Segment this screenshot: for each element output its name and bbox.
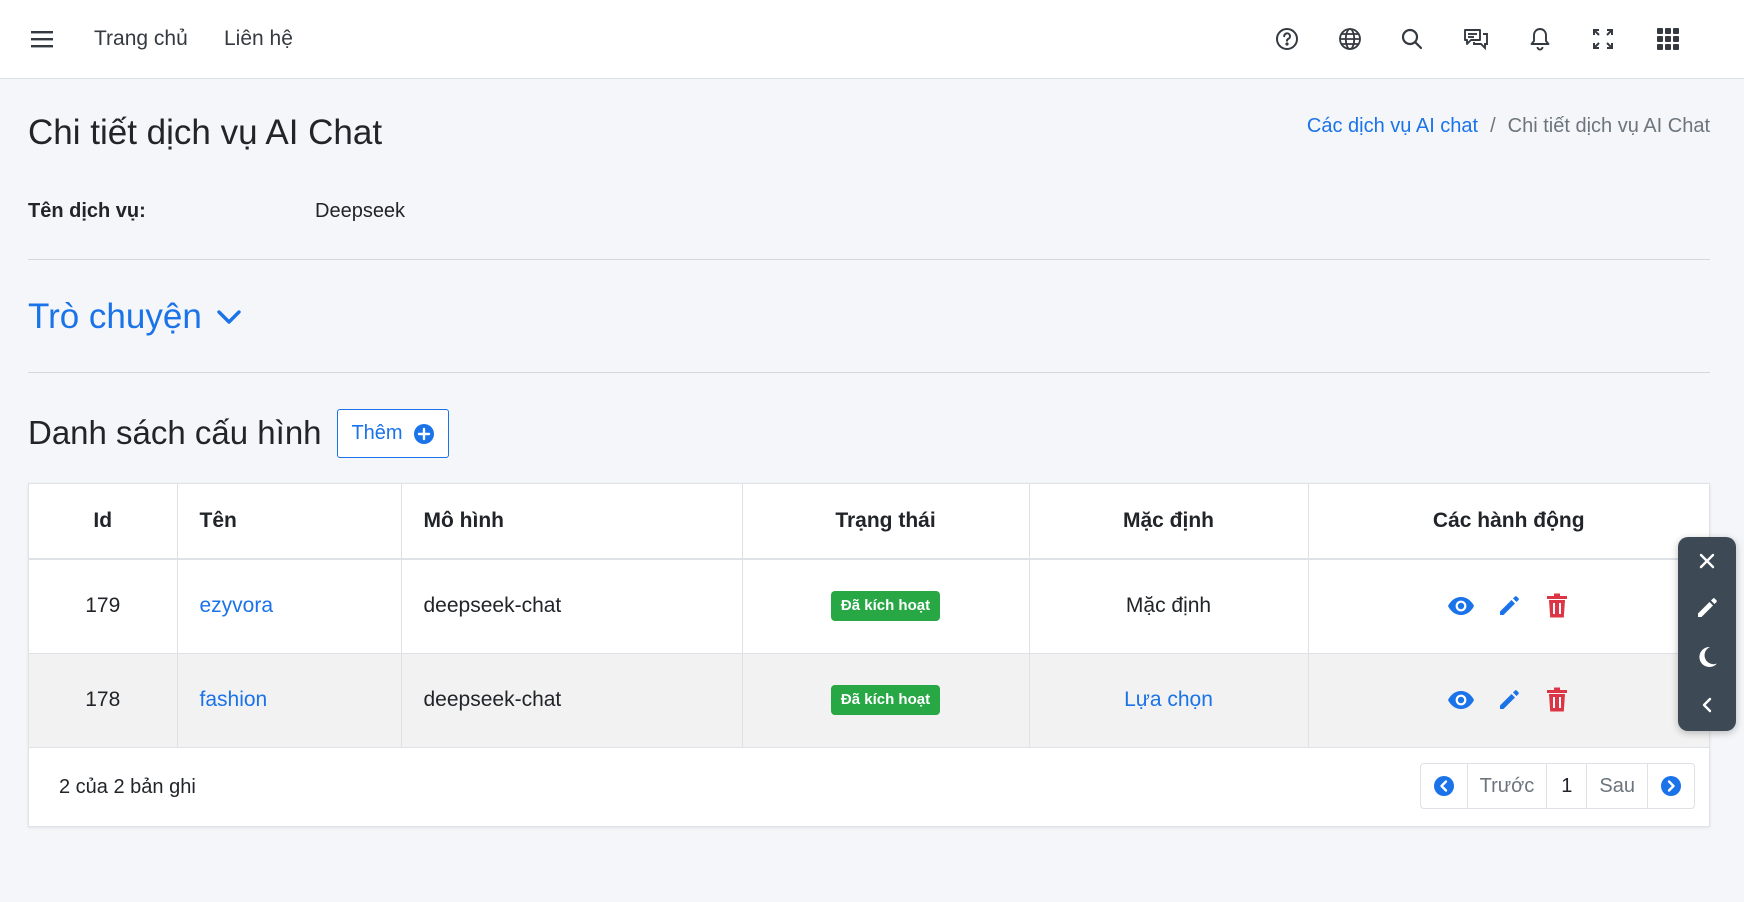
add-config-button[interactable]: Thêm [337,409,449,458]
edit-pencil-icon[interactable] [1495,686,1523,714]
pager-next-button[interactable]: Sau [1587,764,1648,808]
top-navbar: Trang chủ Liên hệ [0,0,1744,79]
chat-section-label: Trò chuyện [28,297,202,336]
column-header-actions: Các hành động [1308,484,1709,560]
row-name-link[interactable]: fashion [200,688,268,711]
nav-link-contact[interactable]: Liên hệ [224,26,293,52]
config-table-card: Id Tên Mô hình Trạng thái Mặc định Các h… [28,483,1710,827]
service-name-value: Deepseek [315,200,406,222]
row-model: deepseek-chat [401,559,743,654]
divider [28,372,1710,373]
fullscreen-icon[interactable] [1588,24,1618,54]
chat-section-toggle[interactable]: Trò chuyện [28,294,242,340]
bell-icon[interactable] [1525,24,1555,54]
breadcrumb-separator: / [1490,115,1496,137]
table-row: 179 ezyvora deepseek-chat Đã kích hoạt M… [29,559,1709,654]
pager-prev-button[interactable]: Trước [1468,764,1548,808]
chevron-left-icon[interactable] [1692,690,1722,720]
plus-circle-icon [413,423,434,444]
breadcrumb-parent-link[interactable]: Các dịch vụ AI chat [1307,113,1478,139]
pager-prev-icon[interactable] [1421,764,1468,808]
help-icon[interactable] [1272,24,1302,54]
table-row: 178 fashion deepseek-chat Đã kích hoạt L… [29,653,1709,748]
row-actions [1331,686,1688,714]
column-header-default[interactable]: Mặc định [1029,484,1309,560]
pagination: Trước 1 Sau [1419,763,1695,809]
column-header-name[interactable]: Tên [177,484,402,560]
service-name-label: Tên dịch vụ: [28,200,146,222]
edit-pencil-icon[interactable] [1495,592,1523,620]
apps-grid-icon[interactable] [1653,24,1683,54]
status-badge: Đã kích hoạt [830,591,941,622]
column-header-model[interactable]: Mô hình [401,484,743,560]
divider [28,259,1710,260]
view-eye-icon[interactable] [1447,592,1475,620]
chat-icon[interactable] [1461,24,1491,54]
records-count: 2 của 2 bản ghi [59,776,196,798]
breadcrumb-current: Chi tiết dịch vụ AI Chat [1507,115,1710,137]
nav-link-home[interactable]: Trang chủ [94,26,188,52]
row-default-text: Mặc định [1029,559,1309,654]
globe-icon[interactable] [1335,24,1365,54]
config-table: Id Tên Mô hình Trạng thái Mặc định Các h… [29,484,1709,748]
view-eye-icon[interactable] [1447,686,1475,714]
breadcrumb: Các dịch vụ AI chat / Chi tiết dịch vụ A… [1307,113,1710,139]
row-actions [1331,592,1688,620]
chevron-down-icon [216,308,242,326]
delete-trash-icon[interactable] [1543,592,1571,620]
delete-trash-icon[interactable] [1543,686,1571,714]
pager-next-icon[interactable] [1648,764,1694,808]
config-list-heading: Danh sách cấu hình [28,414,322,451]
close-icon[interactable] [1692,546,1722,576]
pager-page-1[interactable]: 1 [1547,764,1588,808]
floating-tool-panel [1678,537,1736,731]
menu-toggle-icon[interactable] [29,26,55,52]
status-badge: Đã kích hoạt [830,685,941,715]
column-header-status[interactable]: Trạng thái [742,484,1030,560]
add-button-label: Thêm [351,422,403,444]
edit-pencil-icon[interactable] [1692,593,1722,623]
dark-mode-moon-icon[interactable] [1692,642,1722,672]
row-name-link[interactable]: ezyvora [200,594,274,617]
row-id: 178 [29,653,178,748]
table-header-row: Id Tên Mô hình Trạng thái Mặc định Các h… [29,484,1709,560]
column-header-id[interactable]: Id [29,484,178,560]
search-icon[interactable] [1397,24,1427,54]
set-default-link[interactable]: Lựa chọn [1124,688,1213,711]
row-model: deepseek-chat [401,653,743,748]
page-title: Chi tiết dịch vụ AI Chat [28,113,383,152]
row-id: 179 [29,559,178,654]
